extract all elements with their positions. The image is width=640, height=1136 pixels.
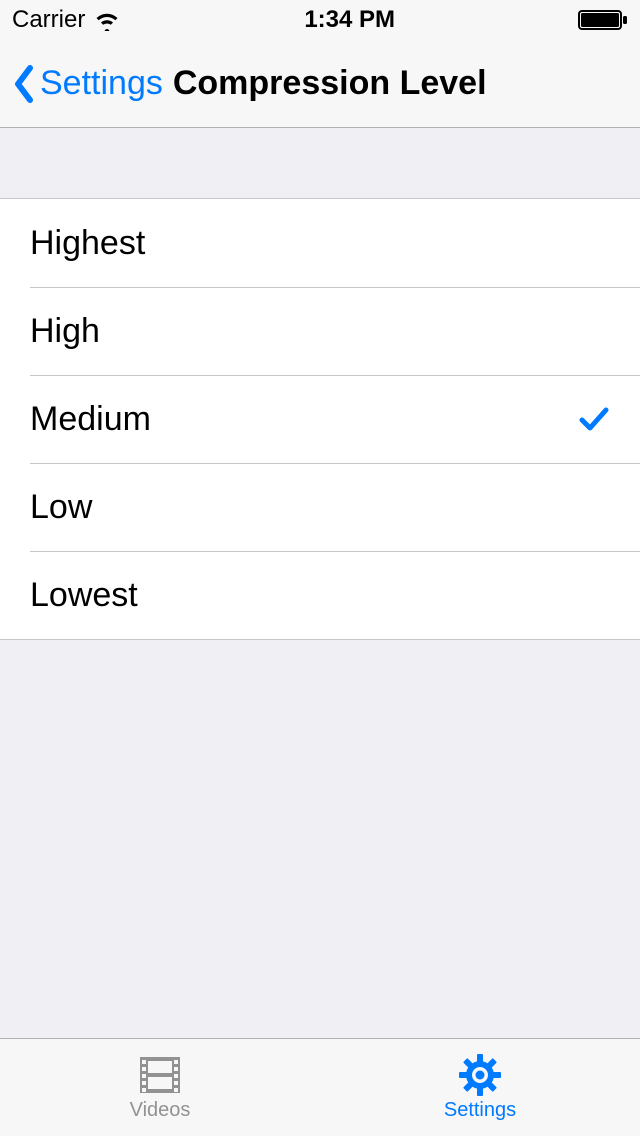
checkmark-icon (578, 405, 610, 433)
tab-videos[interactable]: Videos (0, 1039, 320, 1136)
wifi-icon (93, 9, 121, 31)
option-label: Lowest (30, 576, 138, 615)
tab-label: Settings (444, 1099, 516, 1122)
gear-icon (456, 1053, 504, 1097)
tab-label: Videos (130, 1099, 191, 1122)
tab-bar: Videos Settings (0, 1038, 640, 1136)
status-bar: Carrier 1:34 PM (0, 0, 640, 40)
content-area: Highest High Medium Low Lowest (0, 128, 640, 1038)
option-label: High (30, 312, 100, 351)
option-lowest[interactable]: Lowest (0, 551, 640, 639)
clock-label: 1:34 PM (304, 6, 395, 34)
back-label: Settings (40, 64, 163, 103)
section-spacer (0, 128, 640, 198)
option-highest[interactable]: Highest (0, 199, 640, 287)
carrier-label: Carrier (12, 6, 85, 34)
tab-settings[interactable]: Settings (320, 1039, 640, 1136)
navigation-bar: Settings Compression Level (0, 40, 640, 128)
film-icon (136, 1053, 184, 1097)
option-label: Highest (30, 224, 145, 263)
option-label: Medium (30, 400, 151, 439)
chevron-left-icon (12, 64, 36, 104)
battery-icon (578, 9, 628, 31)
options-list: Highest High Medium Low Lowest (0, 198, 640, 640)
option-low[interactable]: Low (0, 463, 640, 551)
option-high[interactable]: High (0, 287, 640, 375)
page-title: Compression Level (173, 64, 487, 103)
back-button[interactable]: Settings (12, 64, 163, 104)
option-label: Low (30, 488, 92, 527)
option-medium[interactable]: Medium (0, 375, 640, 463)
